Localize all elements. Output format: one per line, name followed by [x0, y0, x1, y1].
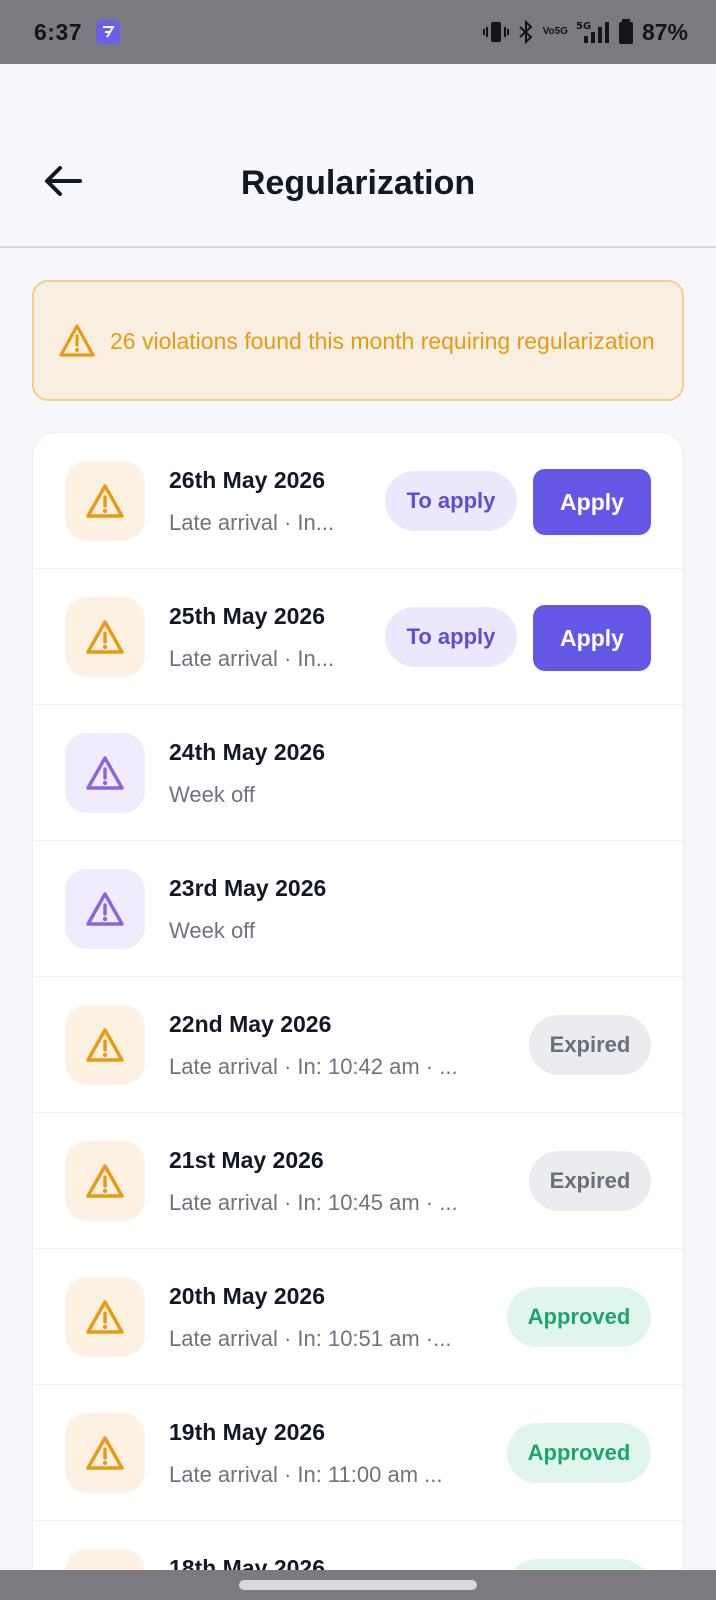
app-notification-icon — [96, 20, 121, 44]
apply-button[interactable]: Apply — [533, 469, 651, 535]
row-date: 20th May 2026 — [169, 1283, 325, 1309]
status-badge: To apply — [385, 471, 517, 531]
status-badge: To apply — [385, 607, 517, 667]
volte-icon: Vo 5G — [542, 26, 568, 37]
apply-button[interactable]: Apply — [533, 605, 651, 671]
row-date: 21st May 2026 — [169, 1147, 324, 1173]
row-date: 26th May 2026 — [169, 467, 325, 493]
status-bar: 6:37 Vo 5G 5G 87% — [0, 0, 716, 64]
warning-triangle-icon — [65, 461, 145, 541]
home-gesture-handle[interactable] — [239, 1580, 477, 1590]
row-details: Week off — [169, 918, 256, 943]
list-item[interactable]: 23rd May 2026 Week off — [33, 841, 683, 977]
row-date: 22nd May 2026 — [169, 1011, 332, 1037]
alert-message: 26 violations found this month requiring… — [110, 327, 655, 354]
row-details: Late arrival · In: 10:42 am · ... — [169, 1054, 458, 1079]
warning-triangle-icon — [65, 733, 145, 813]
warning-triangle-icon — [65, 869, 145, 949]
warning-triangle-icon — [65, 597, 145, 677]
app-header: Regularization — [0, 64, 716, 248]
svg-text:5G: 5G — [576, 21, 591, 32]
list-item[interactable]: 21st May 2026 Late arrival · In: 10:45 a… — [33, 1113, 683, 1249]
warning-triangle-icon — [65, 1413, 145, 1493]
list-item[interactable]: 22nd May 2026 Late arrival · In: 10:42 a… — [33, 977, 683, 1113]
list-item[interactable]: 25th May 2026 Late arrival · In... To ap… — [33, 569, 683, 705]
row-details: Late arrival · In... — [169, 646, 335, 671]
signal-icon: 5G — [576, 20, 610, 44]
row-date: 25th May 2026 — [169, 603, 325, 629]
status-badge: Approved — [507, 1423, 651, 1483]
row-details: Late arrival · In: 10:45 am · ... — [169, 1190, 458, 1215]
row-date: 23rd May 2026 — [169, 875, 327, 901]
status-badge: Approved — [507, 1287, 651, 1347]
row-details: Week off — [169, 782, 256, 807]
row-date: 24th May 2026 — [169, 739, 325, 765]
status-badge: Expired — [529, 1151, 651, 1211]
row-details: Late arrival · In... — [169, 510, 335, 535]
status-time: 6:37 — [34, 18, 83, 45]
status-badge: Expired — [529, 1015, 651, 1075]
page-title: Regularization — [240, 164, 476, 202]
violations-alert: 26 violations found this month requiring… — [32, 280, 684, 401]
navigation-bar — [0, 1570, 716, 1600]
status-icons: Vo 5G 5G 87% — [482, 18, 688, 46]
row-details: Late arrival · In: 11:00 am ... — [169, 1462, 443, 1487]
list-item[interactable]: 20th May 2026 Late arrival · In: 10:51 a… — [33, 1249, 683, 1385]
warning-triangle-icon — [65, 1141, 145, 1221]
bluetooth-icon — [517, 20, 535, 44]
row-date: 19th May 2026 — [169, 1419, 325, 1445]
list-item[interactable]: 24th May 2026 Week off — [33, 705, 683, 841]
warning-triangle-icon — [59, 323, 95, 357]
warning-triangle-icon — [65, 1277, 145, 1357]
warning-triangle-icon — [65, 1005, 145, 1085]
violations-list: 26th May 2026 Late arrival · In... To ap… — [32, 432, 684, 1600]
battery-icon — [618, 19, 634, 45]
vibrate-icon — [482, 20, 509, 44]
list-item[interactable]: 19th May 2026 Late arrival · In: 11:00 a… — [33, 1385, 683, 1521]
row-details: Late arrival · In: 10:51 am ·... — [169, 1326, 452, 1351]
battery-level: 87% — [641, 18, 688, 45]
list-item[interactable]: 26th May 2026 Late arrival · In... To ap… — [33, 433, 683, 569]
